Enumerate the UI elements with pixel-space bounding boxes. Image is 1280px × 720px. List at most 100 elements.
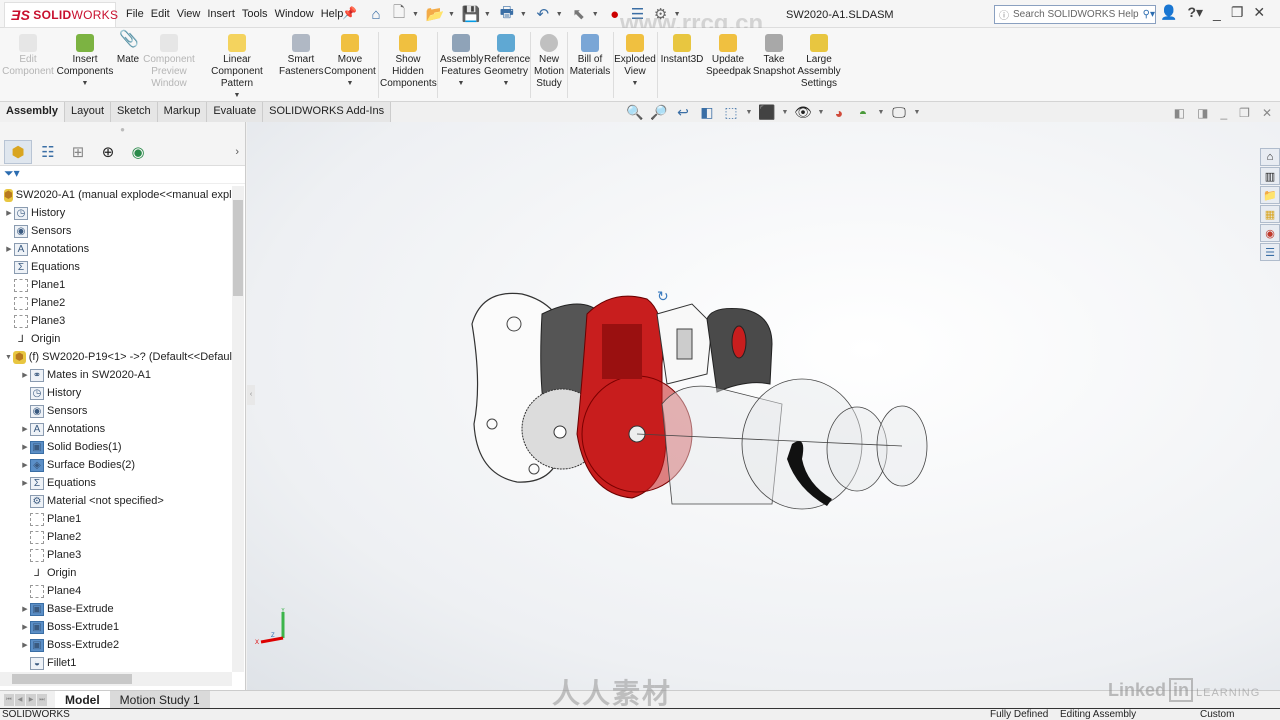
undo-dropdown-icon[interactable]: ▼ [556, 11, 563, 18]
tree-item[interactable]: ▶ Σ Equations [0, 474, 232, 492]
save-dropdown-icon[interactable]: ▼ [484, 11, 491, 18]
tree-item[interactable]: ▶ A Annotations [0, 420, 232, 438]
expand-arrow-icon[interactable]: ▶ [20, 461, 30, 469]
tree-root[interactable]: ⬢ SW2020-A1 (manual explode<<manual expl… [0, 186, 232, 204]
doc-minimize-icon[interactable]: _ [1220, 106, 1227, 120]
expand-arrow-icon[interactable]: ▶ [20, 443, 30, 451]
insert-components-button[interactable]: Insert Components ▼ [56, 34, 114, 90]
tree-item[interactable]: ⚙ Material <not specified> [0, 492, 232, 510]
assembly-features-button[interactable]: Assembly Features ▼ [440, 34, 483, 90]
chevron-down-icon[interactable]: ▼ [614, 78, 656, 90]
tree-item[interactable]: ▶ ◈ Surface Bodies(2) [0, 456, 232, 474]
show-hidden-components-button[interactable]: Show Hidden Components [380, 34, 437, 90]
scroll-thumb[interactable] [233, 200, 243, 296]
panel-grip[interactable]: ● [0, 122, 245, 138]
menu-window[interactable]: Window [275, 8, 314, 20]
tree-item[interactable]: Plane2 [0, 294, 232, 312]
status-units[interactable]: Custom [1200, 709, 1234, 720]
help-search-input[interactable]: ⓘ Search SOLIDWORKS Help ⚲▾ [994, 5, 1156, 24]
tab-evaluate[interactable]: Evaluate [207, 102, 264, 122]
expand-arrow-icon[interactable]: ▶ [20, 623, 30, 631]
last-tab-icon[interactable]: ⏭ [37, 693, 47, 706]
print-dropdown-icon[interactable]: ▼ [520, 11, 527, 18]
new-motion-study-button[interactable]: New Motion Study [532, 34, 566, 90]
collapse-arrow-icon[interactable]: ▼ [4, 354, 13, 361]
view-orientation-icon[interactable]: ⬚ [721, 104, 741, 121]
tree-item[interactable]: ⅃ Origin [0, 330, 232, 348]
tree-item[interactable]: ▶ ▣ Boss-Extrude1 [0, 618, 232, 636]
view-settings-icon[interactable]: 🖵 [889, 104, 909, 121]
menu-view[interactable]: View [177, 8, 201, 20]
tree-item[interactable]: ◒ Fillet1 [0, 654, 232, 672]
filter-icon[interactable]: ⏷▾ [0, 166, 245, 184]
pin-icon[interactable]: 📌 [342, 6, 357, 20]
display-style-icon[interactable]: ⬛ [757, 104, 777, 121]
restore-icon[interactable]: ❐ [1231, 4, 1244, 21]
reference-geometry-button[interactable]: Reference Geometry ▼ [484, 34, 530, 90]
tab-sketch[interactable]: Sketch [111, 102, 158, 122]
doc-restore-icon[interactable]: ❐ [1239, 106, 1250, 120]
property-manager-tab-icon[interactable]: ☷ [34, 140, 62, 164]
first-tab-icon[interactable]: ⏮ [4, 693, 14, 706]
chevron-down-icon[interactable]: ▼ [781, 109, 789, 116]
move-component-button[interactable]: Move Component ▼ [324, 34, 376, 90]
user-icon[interactable]: 👤 [1160, 4, 1177, 21]
menu-file[interactable]: File [126, 8, 144, 20]
save-icon[interactable]: 💾 [461, 4, 481, 24]
home-icon[interactable]: ⌂ [366, 4, 386, 24]
expand-arrow-icon[interactable]: ▶ [20, 605, 30, 613]
expand-arrow-icon[interactable]: ▶ [20, 425, 30, 433]
new-document-icon[interactable]: 🗋 [389, 4, 409, 24]
edit-appearance-icon[interactable]: ◕ [829, 105, 849, 121]
component-preview-button[interactable]: Component Preview Window [142, 34, 196, 90]
help-icon[interactable]: ?▾ [1187, 4, 1203, 21]
exploded-view-button[interactable]: Exploded View ▼ [614, 34, 656, 90]
menu-tools[interactable]: Tools [242, 8, 268, 20]
close-icon[interactable]: ✕ [1253, 4, 1265, 21]
solidworks-resources-icon[interactable]: ⌂ [1260, 148, 1280, 166]
chevron-right-icon[interactable]: › [235, 146, 239, 158]
chevron-down-icon[interactable]: ▼ [817, 109, 825, 116]
tree-item[interactable]: ▶ A Annotations [0, 240, 232, 258]
chevron-down-icon[interactable]: ▼ [484, 78, 528, 90]
tree-item[interactable]: ◉ Sensors [0, 222, 232, 240]
expand-arrow-icon[interactable]: ▶ [20, 641, 30, 649]
tree-item[interactable]: ⅃ Origin [0, 564, 232, 582]
apply-scene-icon[interactable]: ◓ [853, 105, 873, 121]
custom-properties-icon[interactable]: ☰ [1260, 243, 1280, 261]
tree-vertical-scrollbar[interactable] [232, 186, 244, 672]
tree-item[interactable]: Plane1 [0, 510, 232, 528]
take-snapshot-button[interactable]: Take Snapshot [752, 34, 796, 78]
tab-markup[interactable]: Markup [157, 102, 208, 122]
tree-item[interactable]: ▶ ⚭ Mates in SW2020-A1 [0, 366, 232, 384]
select-icon[interactable]: ⬉ [569, 4, 589, 24]
tile-left-icon[interactable]: ◧ [1174, 106, 1185, 120]
tree-item[interactable]: Plane1 [0, 276, 232, 294]
design-library-icon[interactable]: ▥ [1260, 167, 1280, 185]
tab-model[interactable]: Model [55, 690, 110, 709]
graphics-area[interactable]: 🔍 🔎 ↩ ◧ ⬚ ▼ ⬛ ▼ 👁 ▼ ◕ ◓ ▼ 🖵 ▼ ◧ ◨ _ ❐ ✕ ⌂ ▥ 📁… [247, 104, 1280, 690]
expand-arrow-icon[interactable]: ▶ [20, 479, 30, 487]
undo-icon[interactable]: ↶ [533, 4, 553, 24]
update-speedpak-button[interactable]: Update Speedpak [706, 34, 751, 78]
collapse-panel-handle[interactable]: ‹ [247, 385, 255, 405]
tree-item[interactable]: ▶ ▣ Base-Extrude [0, 600, 232, 618]
configuration-manager-tab-icon[interactable]: ⊞ [64, 140, 92, 164]
chevron-down-icon[interactable]: ▼ [324, 78, 376, 90]
tree-item[interactable]: Plane3 [0, 312, 232, 330]
section-view-icon[interactable]: ◧ [697, 104, 717, 121]
tree-item[interactable]: ▶ ◷ History [0, 204, 232, 222]
bill-of-materials-button[interactable]: Bill of Materials [568, 34, 612, 78]
menu-edit[interactable]: Edit [151, 8, 170, 20]
tab-motion-study-1[interactable]: Motion Study 1 [109, 690, 210, 709]
scroll-thumb[interactable] [12, 674, 132, 684]
next-tab-icon[interactable]: ▶ [26, 693, 36, 706]
instant3d-button[interactable]: Instant3D [660, 34, 704, 66]
tree-item[interactable]: ◉ Sensors [0, 402, 232, 420]
tile-right-icon[interactable]: ◨ [1197, 106, 1208, 120]
tree-item[interactable]: ▼ ⬢ (f) SW2020-P19<1> ->? (Default<<Defaul [0, 348, 232, 366]
doc-close-icon[interactable]: ✕ [1262, 106, 1272, 120]
tab-assembly[interactable]: Assembly [0, 102, 65, 122]
chevron-down-icon[interactable]: ▼ [877, 109, 885, 116]
edit-component-button[interactable]: Edit Component [2, 34, 54, 78]
